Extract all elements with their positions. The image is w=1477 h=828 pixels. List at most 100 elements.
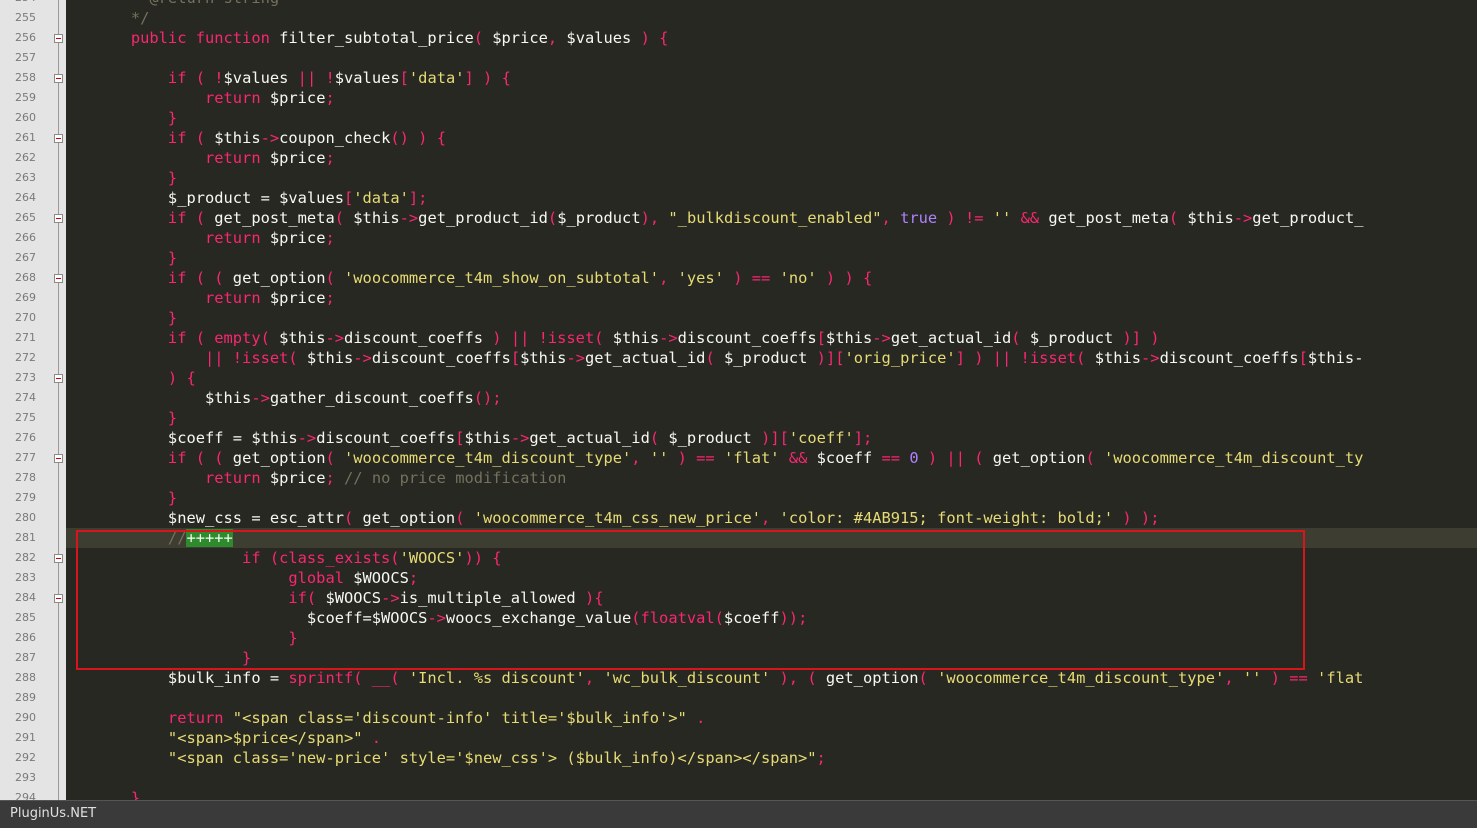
line-number: 282 bbox=[15, 551, 36, 564]
code-token: )][ bbox=[807, 349, 845, 367]
code-line[interactable]: * @return string bbox=[66, 0, 279, 8]
line-number: 261 bbox=[15, 131, 36, 144]
code-token: -> bbox=[260, 129, 280, 147]
fold-toggle-icon[interactable] bbox=[54, 454, 63, 463]
code-token: 'flat' bbox=[723, 449, 780, 467]
code-token: get_actual_id bbox=[890, 329, 1012, 347]
code-line[interactable]: $new_css = esc_attr( get_option( 'woocom… bbox=[66, 508, 1160, 528]
code-line[interactable]: public function filter_subtotal_price( $… bbox=[66, 28, 669, 48]
code-token: return bbox=[66, 709, 233, 727]
line-number: 279 bbox=[15, 491, 36, 504]
code-line[interactable]: if ( ( get_option( 'woocommerce_t4m_disc… bbox=[66, 448, 1364, 468]
code-line[interactable]: $_product = $values['data']; bbox=[66, 188, 428, 208]
code-token: $values bbox=[566, 29, 632, 47]
code-token: )] ) bbox=[1113, 329, 1160, 347]
code-line[interactable]: || !isset( $this->discount_coeffs[$this-… bbox=[66, 348, 1363, 368]
code-token: ( bbox=[325, 269, 345, 287]
code-token: [ bbox=[816, 329, 826, 347]
code-line[interactable]: if ( empty( $this->discount_coeffs ) || … bbox=[66, 328, 1160, 348]
code-token: * @return string bbox=[66, 0, 279, 7]
code-token: $this bbox=[1187, 209, 1234, 227]
code-token: ( bbox=[455, 509, 474, 527]
code-token: , bbox=[659, 269, 678, 287]
code-token: || ! bbox=[297, 69, 335, 87]
code-token: ]; bbox=[853, 429, 873, 447]
code-token: // no price modification bbox=[344, 469, 567, 487]
line-number: 278 bbox=[15, 471, 36, 484]
code-token: ) ); bbox=[1113, 509, 1160, 527]
fold-toggle-icon[interactable] bbox=[54, 274, 63, 283]
code-line[interactable]: if ( ( get_option( 'woocommerce_t4m_show… bbox=[66, 268, 872, 288]
fold-toggle-icon[interactable] bbox=[54, 74, 63, 83]
line-number: 273 bbox=[15, 371, 36, 384]
code-line[interactable]: } bbox=[66, 408, 177, 428]
fold-toggle-icon[interactable] bbox=[54, 134, 63, 143]
fold-toggle-icon[interactable] bbox=[54, 554, 63, 563]
code-line[interactable]: "<span>$price</span>" . bbox=[66, 728, 381, 748]
code-line[interactable]: } bbox=[66, 788, 140, 800]
code-token: ; bbox=[325, 469, 345, 487]
code-line[interactable]: return $price; bbox=[66, 228, 335, 248]
fold-toggle-icon[interactable] bbox=[54, 34, 63, 43]
line-number: 277 bbox=[15, 451, 36, 464]
fold-toggle-icon[interactable] bbox=[54, 594, 63, 603]
line-number: 286 bbox=[15, 631, 36, 644]
code-line[interactable]: return $price; // no price modification bbox=[66, 468, 566, 488]
code-line[interactable]: return "<span class='discount-info' titl… bbox=[66, 708, 705, 728]
code-line[interactable]: "<span class='new-price' style='$new_css… bbox=[66, 748, 826, 768]
code-token: , bbox=[584, 669, 604, 687]
code-token: -> bbox=[510, 429, 530, 447]
code-line[interactable]: } bbox=[66, 308, 177, 328]
code-token: $new_css = esc_attr bbox=[66, 509, 344, 527]
code-token: 'Incl. %s discount' bbox=[408, 669, 585, 687]
code-token: ), ( bbox=[770, 669, 826, 687]
code-area[interactable]: * @return string */ public function filt… bbox=[66, 0, 1477, 800]
code-token: 'yes' bbox=[677, 269, 724, 287]
code-token: 'data' bbox=[353, 189, 409, 207]
code-line[interactable]: */ bbox=[66, 8, 150, 28]
code-line[interactable]: return $price; bbox=[66, 88, 335, 108]
status-text: PluginUs.NET bbox=[10, 806, 97, 821]
code-token: $price bbox=[269, 469, 326, 487]
code-token: -> bbox=[1233, 209, 1253, 227]
code-token: return bbox=[66, 89, 270, 107]
code-line[interactable]: } bbox=[66, 168, 177, 188]
code-line[interactable]: return $price; bbox=[66, 288, 335, 308]
code-line[interactable]: if ( $this->coupon_check() ) { bbox=[66, 128, 446, 148]
code-token: '' bbox=[992, 209, 1012, 227]
code-line[interactable]: $coeff = $this->discount_coeffs[$this->g… bbox=[66, 428, 872, 448]
fold-toggle-icon[interactable] bbox=[54, 374, 63, 383]
code-token: $price bbox=[269, 149, 326, 167]
fold-toggle-icon[interactable] bbox=[54, 214, 63, 223]
code-line[interactable]: $bulk_info = sprintf( __( 'Incl. %s disc… bbox=[66, 668, 1363, 688]
code-token: } bbox=[66, 169, 178, 187]
code-token: . bbox=[362, 729, 382, 747]
line-number: 258 bbox=[15, 71, 36, 84]
code-token: discount_coeffs bbox=[371, 349, 511, 367]
code-token: (); bbox=[473, 389, 502, 407]
code-token: ) == bbox=[668, 449, 724, 467]
code-line[interactable]: } bbox=[66, 488, 177, 508]
code-token: get_option bbox=[992, 449, 1086, 467]
line-number: 257 bbox=[15, 51, 36, 64]
code-editor[interactable]: 254 255 256 257 258 259 260 261 262 263 264 265 266 2… bbox=[0, 0, 1477, 800]
line-number: 294 bbox=[15, 791, 36, 800]
code-token: -> bbox=[325, 329, 345, 347]
code-line[interactable]: } bbox=[66, 248, 177, 268]
code-token: [ bbox=[510, 349, 521, 367]
line-number: 293 bbox=[15, 771, 36, 784]
line-number: 291 bbox=[15, 731, 36, 744]
code-line[interactable]: } bbox=[66, 108, 177, 128]
code-token: "<span class='new-price' style='$new_css… bbox=[66, 749, 817, 767]
code-line[interactable]: ) { bbox=[66, 368, 196, 388]
code-token: ( bbox=[649, 429, 669, 447]
code-token: $this bbox=[66, 389, 252, 407]
code-line[interactable]: if ( !$values || !$values['data'] ) { bbox=[66, 68, 511, 88]
code-line[interactable]: $this->gather_discount_coeffs(); bbox=[66, 388, 502, 408]
code-token: get_post_meta bbox=[1048, 209, 1169, 227]
code-line[interactable]: if ( get_post_meta( $this->get_product_i… bbox=[66, 208, 1364, 228]
code-line[interactable]: return $price; bbox=[66, 148, 335, 168]
line-number: 269 bbox=[15, 291, 36, 304]
code-token: ( bbox=[705, 349, 724, 367]
code-token: $this bbox=[306, 349, 354, 367]
